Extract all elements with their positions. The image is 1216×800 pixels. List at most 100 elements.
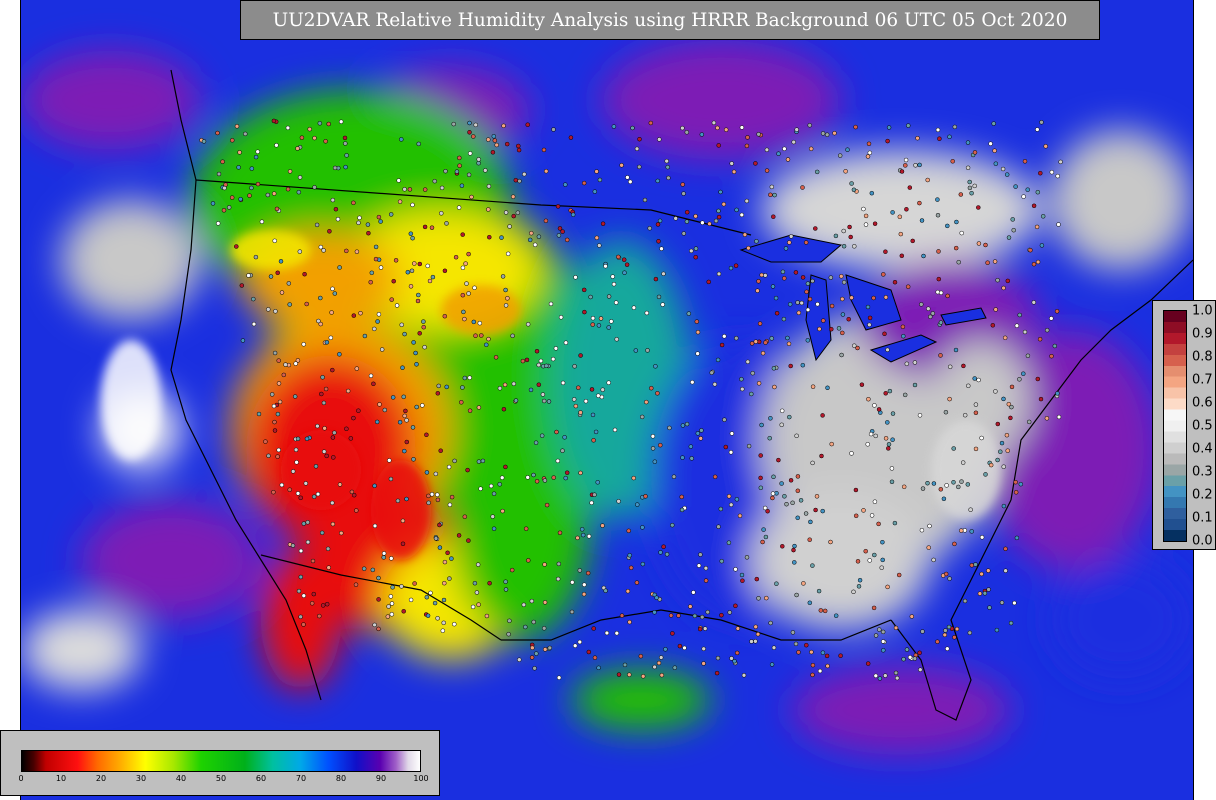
- station-marker: [377, 402, 382, 407]
- obs-legend-tick: 0.2: [1192, 487, 1213, 503]
- station-marker: [722, 417, 727, 422]
- station-marker: [424, 432, 429, 438]
- station-marker: [402, 413, 407, 419]
- station-marker: [397, 419, 403, 425]
- station-marker: [951, 446, 956, 451]
- station-marker: [631, 475, 636, 481]
- station-marker: [739, 376, 744, 382]
- station-marker: [1004, 432, 1010, 438]
- station-marker: [640, 525, 645, 530]
- station-marker: [768, 192, 773, 198]
- station-marker: [311, 494, 317, 499]
- station-marker: [357, 215, 362, 221]
- station-marker: [635, 502, 640, 507]
- station-marker: [428, 590, 433, 596]
- station-marker: [732, 658, 737, 664]
- station-marker: [1052, 343, 1058, 349]
- station-marker: [785, 335, 790, 341]
- station-marker: [365, 222, 371, 227]
- station-marker: [344, 153, 349, 158]
- station-marker: [926, 545, 931, 550]
- station-marker: [979, 535, 985, 540]
- station-marker: [314, 222, 320, 228]
- station-marker: [304, 436, 310, 442]
- station-marker: [839, 352, 844, 358]
- station-marker: [453, 254, 459, 260]
- station-marker: [372, 326, 377, 332]
- station-marker: [424, 594, 430, 600]
- station-marker: [349, 489, 355, 495]
- station-marker: [440, 628, 446, 633]
- station-marker: [460, 265, 466, 271]
- station-marker: [215, 130, 220, 136]
- station-marker: [560, 380, 566, 386]
- station-marker: [807, 537, 812, 542]
- station-marker: [769, 336, 774, 341]
- station-marker: [907, 655, 913, 660]
- field-patch: [21, 50, 201, 150]
- station-marker: [452, 621, 457, 627]
- station-marker: [327, 229, 332, 234]
- station-marker: [563, 475, 568, 481]
- station-marker: [1008, 415, 1013, 421]
- station-marker: [979, 571, 984, 577]
- station-marker: [539, 433, 545, 438]
- map-canvas: [21, 0, 1193, 800]
- field-patch: [441, 285, 521, 335]
- station-marker: [795, 474, 801, 479]
- station-marker: [644, 310, 650, 316]
- station-marker: [503, 210, 509, 215]
- station-marker: [867, 315, 873, 321]
- station-marker: [589, 387, 595, 392]
- station-marker: [753, 339, 759, 344]
- station-marker: [396, 178, 401, 183]
- field-patch: [601, 40, 841, 160]
- station-marker: [422, 187, 428, 192]
- station-marker: [880, 557, 885, 563]
- station-marker: [810, 672, 815, 678]
- station-marker: [301, 622, 306, 627]
- station-marker: [917, 650, 922, 656]
- station-marker: [631, 305, 637, 310]
- station-marker: [787, 414, 792, 420]
- station-marker: [658, 550, 663, 555]
- station-marker: [744, 198, 750, 204]
- obs-legend-tick: 0.3: [1192, 464, 1213, 480]
- station-marker: [628, 565, 634, 571]
- station-marker: [680, 423, 686, 428]
- station-marker: [959, 528, 964, 533]
- station-marker: [709, 370, 714, 375]
- station-marker: [432, 178, 437, 184]
- station-marker: [503, 287, 508, 293]
- station-marker: [229, 195, 235, 200]
- station-marker: [771, 645, 777, 650]
- station-marker: [1004, 172, 1010, 177]
- station-marker: [472, 285, 477, 291]
- station-marker: [596, 323, 602, 328]
- station-marker: [1011, 227, 1016, 233]
- field-patch: [751, 490, 931, 630]
- station-marker: [776, 151, 781, 156]
- station-marker: [707, 221, 712, 227]
- station-marker: [695, 351, 700, 356]
- station-marker: [794, 127, 799, 132]
- station-marker: [416, 292, 421, 298]
- station-marker: [581, 180, 587, 186]
- station-marker: [905, 284, 911, 289]
- rh-colorbar-tick: 80: [335, 774, 347, 783]
- station-marker: [807, 600, 813, 606]
- station-marker: [274, 143, 279, 148]
- station-marker: [625, 588, 631, 594]
- station-marker: [756, 381, 762, 386]
- station-marker: [541, 626, 547, 631]
- station-marker: [824, 132, 830, 137]
- station-marker: [800, 275, 806, 280]
- station-marker: [782, 276, 787, 281]
- station-marker: [705, 609, 710, 615]
- station-marker: [728, 265, 734, 271]
- station-marker: [833, 613, 839, 618]
- station-marker: [390, 585, 395, 590]
- rh-analysis-map: [20, 0, 1194, 800]
- station-marker: [467, 375, 472, 380]
- station-marker: [754, 576, 760, 582]
